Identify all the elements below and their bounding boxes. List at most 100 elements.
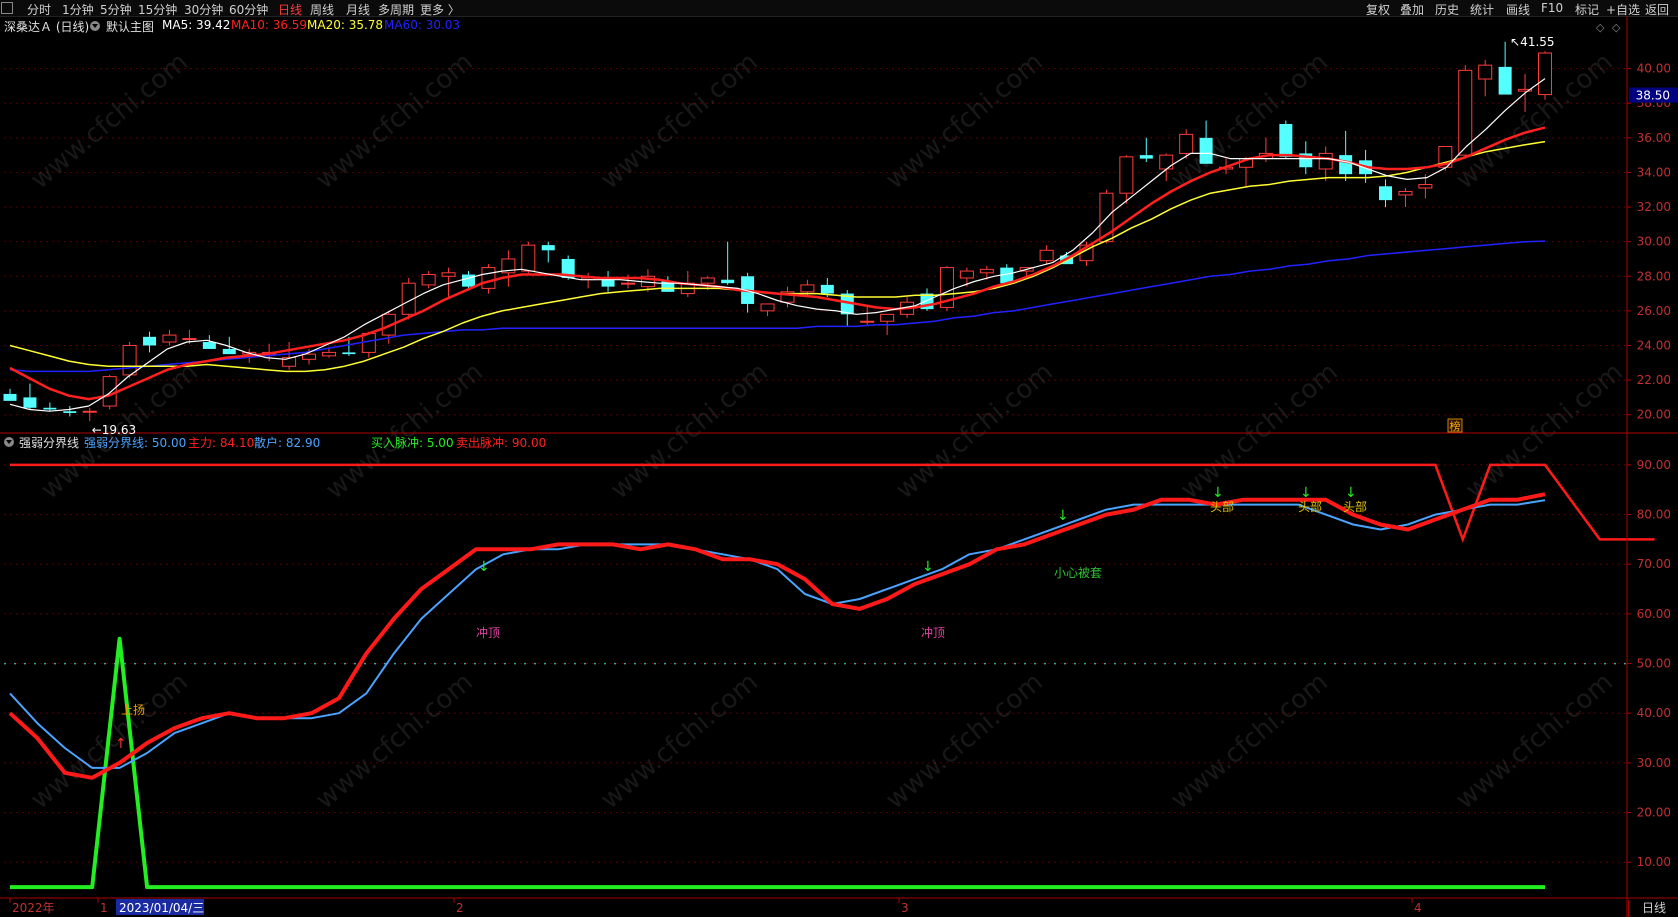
toolbar-right-item-0[interactable]: 复权 [1366,1,1390,18]
high-price-label: ↖41.55 [1510,35,1554,49]
toolbar-right-item-7[interactable]: +自选 [1606,1,1640,18]
toolbar-item-3[interactable]: 15分钟 [138,1,177,18]
ma5-value: MA5: 39.42 [162,18,231,32]
buy-pulse-line [10,636,1545,890]
candle-body [1179,133,1194,154]
toolbar-item-5[interactable]: 60分钟 [229,1,268,18]
watermark-text: www.cfchi.com [1165,667,1334,815]
candle-body [242,351,257,355]
ma10-value: MA10: 36.59 [231,18,308,32]
candle-body [979,268,994,274]
toolbar-item-0[interactable]: 分时 [27,1,51,18]
toolbar-right-item-2[interactable]: 历史 [1435,1,1459,18]
sell-pulse-value: 卖出脉冲: 90.00 [456,436,547,450]
sell-arrow-icon: ↓ [1057,508,1069,524]
toolbar-right-item-8[interactable]: 返回 [1645,1,1669,18]
chart-menu-icon[interactable] [90,21,100,31]
sub-ytick-label: 10.00 [1637,855,1671,869]
ma10-line [9,126,1546,401]
candle-body [401,282,416,315]
candle-body [1418,184,1433,189]
sub-ytick-label: 20.00 [1637,806,1671,820]
candle-body [1060,255,1074,265]
ma5-line [9,78,1546,412]
toolbar-item-6[interactable]: 日线 [278,1,302,18]
candle-body [3,393,17,401]
watermark: www.cfchi.com www.cfchi.com www.cfchi.com w… [25,47,1629,815]
toolbar-item-1[interactable]: 1分钟 [62,1,94,18]
candle-body [1398,190,1413,196]
head-label-0: 头部 [1210,499,1234,514]
candle-body [1518,88,1533,92]
candle-body [640,275,655,288]
candle-body [1079,244,1094,262]
toolbar-item-10[interactable]: 更多 〉 [420,1,460,18]
candle-body [202,342,216,349]
window-corner-icon[interactable] [1,2,13,14]
strength-indicator-chart [4,463,1655,890]
ma60-line [9,240,1546,373]
indicator-name: 强弱分界线 [19,436,80,450]
watermark-text: www.cfchi.com [890,357,1059,505]
candle-body [561,258,575,278]
watermark-text: www.cfchi.com [1175,357,1344,505]
candle-body [162,334,177,343]
candle-body [939,267,954,308]
toolbar-item-8[interactable]: 月线 [346,1,370,18]
head-arrow-icon: ↓ [1300,485,1312,501]
chart-canvas[interactable]: www.cfchi.com www.cfchi.com www.cfchi.com w… [0,0,1678,917]
top-label-1: 冲顶 [476,625,500,640]
sub-ytick-label: 60.00 [1637,607,1671,621]
retail-line [9,499,1546,769]
buy-arrow-icon: ↑ [115,736,127,752]
candle-body [321,351,336,357]
toolbar-item-7[interactable]: 周线 [310,1,334,18]
toolbar-right-item-6[interactable]: 标记 [1575,1,1599,18]
ma60-value: MA60: 30.03 [384,18,461,32]
toolbar-item-2[interactable]: 5分钟 [100,1,132,18]
indicator-menu-icon[interactable] [4,437,14,447]
watermark-text: www.cfchi.com [310,47,479,195]
toolbar-right-item-1[interactable]: 叠加 [1400,1,1424,18]
candle-body [1478,64,1493,80]
candle-body [122,344,137,376]
candle-body [959,270,974,279]
toolbar-item-9[interactable]: 多周期 [378,1,414,18]
candle-body [601,279,615,287]
watermark-text: www.cfchi.com [320,357,489,505]
candle-body [361,332,376,353]
toolbar-right-item-5[interactable]: F10 [1541,1,1563,15]
sub-ytick-label: 30.00 [1637,756,1671,770]
candle-body [620,282,635,285]
watermark-text: www.cfchi.com [1450,47,1619,195]
sub-ytick-label: 50.00 [1637,657,1671,671]
retail-value: 散户: 82.90 [254,436,321,450]
period-button[interactable]: 日线 [1628,900,1678,917]
buy-pulse-value: 买入脉冲: 5.00 [371,436,454,450]
sub-ytick-label: 90.00 [1637,458,1671,472]
candle-body [182,338,197,341]
candle-body [1139,155,1153,159]
candle-body [721,279,735,284]
main-ytick-label: 34.00 [1637,165,1671,179]
candle-body [800,284,815,293]
toolbar-right-item-3[interactable]: 统计 [1470,1,1494,18]
sell-arrow-icon: ↓ [478,559,490,575]
candle-body [481,267,496,289]
sell-pulse-line [10,463,1655,544]
main-ytick-label: 32.00 [1637,200,1671,214]
rise-label: 上扬 [121,702,145,717]
watermark-text: www.cfchi.com [1165,47,1334,195]
main-chart-name: 默认主图 [106,20,155,34]
candle-body [1019,267,1034,272]
xaxis-label-2: 2 [456,901,464,915]
main-force-value: 主力: 84.10 [188,436,255,450]
rank-badge-bg [1447,418,1463,433]
candlestick-chart [3,41,1552,422]
main-ytick-label: 28.00 [1637,269,1671,283]
watermark-text: www.cfchi.com [595,47,764,195]
toolbar-item-4[interactable]: 30分钟 [184,1,223,18]
candle-body [1039,249,1054,262]
toolbar-right-item-4[interactable]: 画线 [1506,1,1530,18]
candle-body [541,245,555,251]
